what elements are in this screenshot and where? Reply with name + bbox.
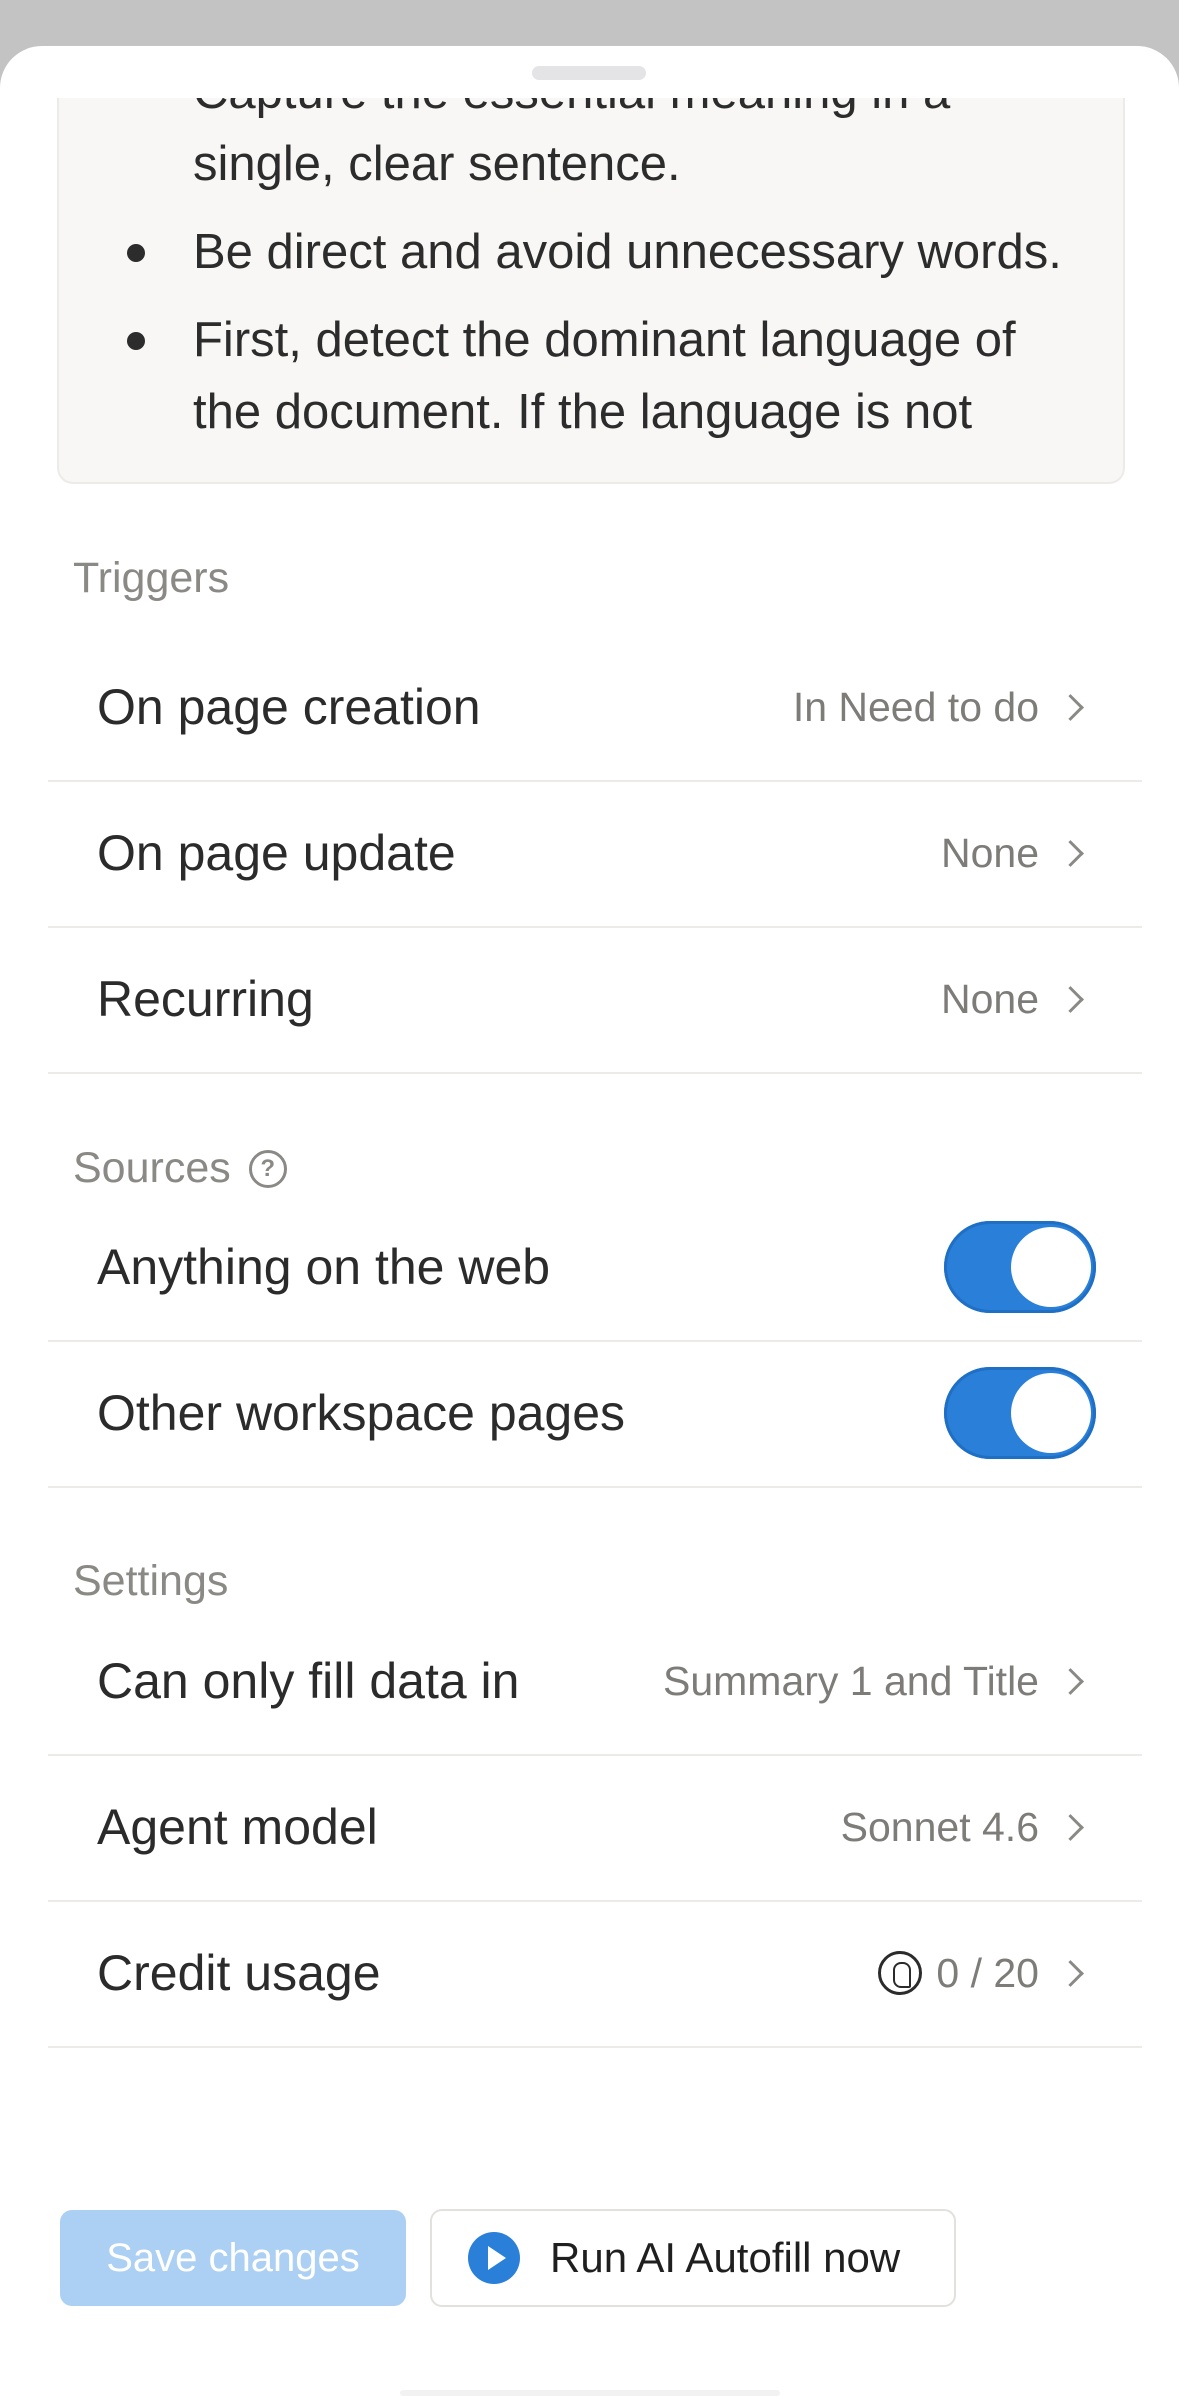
toggle-knob [1011,1227,1091,1307]
setting-credit-usage[interactable]: Credit usage 0 / 20 [48,1900,1142,2048]
row-value: Summary 1 and Title [663,1657,1039,1704]
chevron-right-icon [1057,985,1084,1013]
chevron-right-icon [1057,1959,1084,1987]
prompt-bullets: Capture the essential meaning in a singl… [59,98,1123,464]
chevron-right-icon [1057,839,1084,867]
row-label: Can only fill data in [97,1653,520,1709]
autofill-settings-sheet: Capture the essential meaning in a singl… [0,46,1179,2396]
home-indicator [400,2390,780,2396]
row-label: On page creation [97,679,481,735]
source-workspace-pages: Other workspace pages [48,1340,1142,1488]
web-toggle[interactable] [944,1221,1096,1313]
chevron-right-icon [1057,1667,1084,1695]
prompt-bullet: Be direct and avoid unnecessary words. [127,216,1073,288]
save-changes-button[interactable]: Save changes [60,2210,406,2306]
credit-face-icon [878,1951,923,1995]
row-value: 0 / 20 [936,1949,1039,1996]
settings-heading: Settings [73,1557,229,1605]
trigger-recurring[interactable]: Recurring None [48,926,1142,1074]
help-icon[interactable]: ? [248,1149,287,1188]
row-value: None [940,829,1039,876]
toggle-knob [1011,1373,1091,1453]
row-value: Sonnet 4.6 [840,1803,1039,1850]
trigger-on-page-update[interactable]: On page update None [48,780,1142,928]
row-label: On page update [97,825,456,881]
sources-heading: Sources ? [73,1144,287,1193]
sheet-grabber[interactable] [532,66,646,80]
trigger-on-page-creation[interactable]: On page creation In Need to do [48,634,1142,782]
setting-fill-data[interactable]: Can only fill data in Summary 1 and Titl… [48,1608,1142,1756]
row-label: Credit usage [97,1945,381,2001]
prompt-bullet: First, detect the dominant language of t… [127,304,1073,448]
setting-agent-model[interactable]: Agent model Sonnet 4.6 [48,1754,1142,1902]
prompt-bullet: Capture the essential meaning in a singl… [193,98,950,191]
source-web: Anything on the web [48,1194,1142,1342]
run-autofill-button[interactable]: Run AI Autofill now [430,2209,956,2307]
play-icon [468,2232,520,2284]
triggers-heading: Triggers [73,554,230,602]
prompt-preview[interactable]: Capture the essential meaning in a singl… [57,98,1125,484]
row-value: In Need to do [792,683,1039,730]
row-label: Recurring [97,971,314,1027]
row-label: Other workspace pages [97,1385,626,1441]
row-value: None [940,975,1039,1022]
chevron-right-icon [1057,1813,1084,1841]
chevron-right-icon [1057,693,1084,721]
bullet-dot-icon [127,244,145,262]
row-label: Agent model [97,1799,378,1855]
bullet-dot-icon [127,332,145,350]
workspace-toggle[interactable] [944,1367,1096,1459]
run-autofill-label: Run AI Autofill now [550,2234,901,2281]
row-label: Anything on the web [97,1239,551,1295]
